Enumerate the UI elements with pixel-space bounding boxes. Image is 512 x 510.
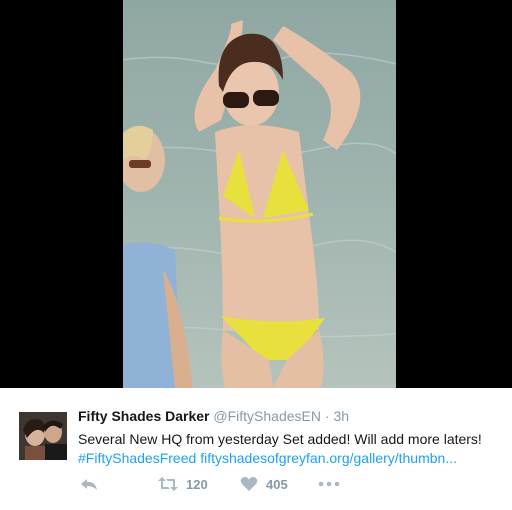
avatar-image bbox=[19, 412, 67, 460]
beach-photo-illustration bbox=[123, 20, 396, 388]
tweet-header: Fifty Shades Darker @FiftyShadesEN · 3h bbox=[78, 408, 349, 424]
author-handle[interactable]: @FiftyShadesEN bbox=[213, 408, 321, 424]
more-button[interactable] bbox=[318, 476, 340, 492]
more-icon bbox=[318, 481, 340, 487]
timestamp[interactable]: 3h bbox=[333, 408, 349, 424]
tweet-text-line: Several New HQ from yesterday Set added!… bbox=[78, 431, 482, 447]
tweet: Fifty Shades Darker @FiftyShadesEN · 3h … bbox=[0, 388, 512, 510]
hashtag-link[interactable]: #FiftyShadesFreed bbox=[78, 450, 196, 466]
tweet-text: Several New HQ from yesterday Set added!… bbox=[78, 430, 508, 468]
separator: · bbox=[324, 408, 330, 424]
tweet-photo[interactable] bbox=[123, 0, 396, 388]
avatar[interactable] bbox=[19, 412, 67, 460]
author-name[interactable]: Fifty Shades Darker bbox=[78, 408, 210, 424]
like-count: 405 bbox=[266, 476, 288, 492]
retweet-icon bbox=[158, 477, 178, 491]
reply-button[interactable] bbox=[80, 476, 98, 492]
retweet-count: 120 bbox=[186, 476, 208, 492]
url-link[interactable]: fiftyshadesofgreyfan.org/gallery/thumbn.… bbox=[200, 450, 457, 466]
reply-icon bbox=[81, 479, 97, 490]
heart-icon bbox=[240, 477, 258, 491]
retweet-button[interactable]: 120 bbox=[158, 476, 208, 492]
tweet-links-line: #FiftyShadesFreed fiftyshadesofgreyfan.o… bbox=[78, 449, 508, 468]
tweet-media[interactable] bbox=[0, 0, 512, 388]
like-button[interactable]: 405 bbox=[240, 476, 288, 492]
